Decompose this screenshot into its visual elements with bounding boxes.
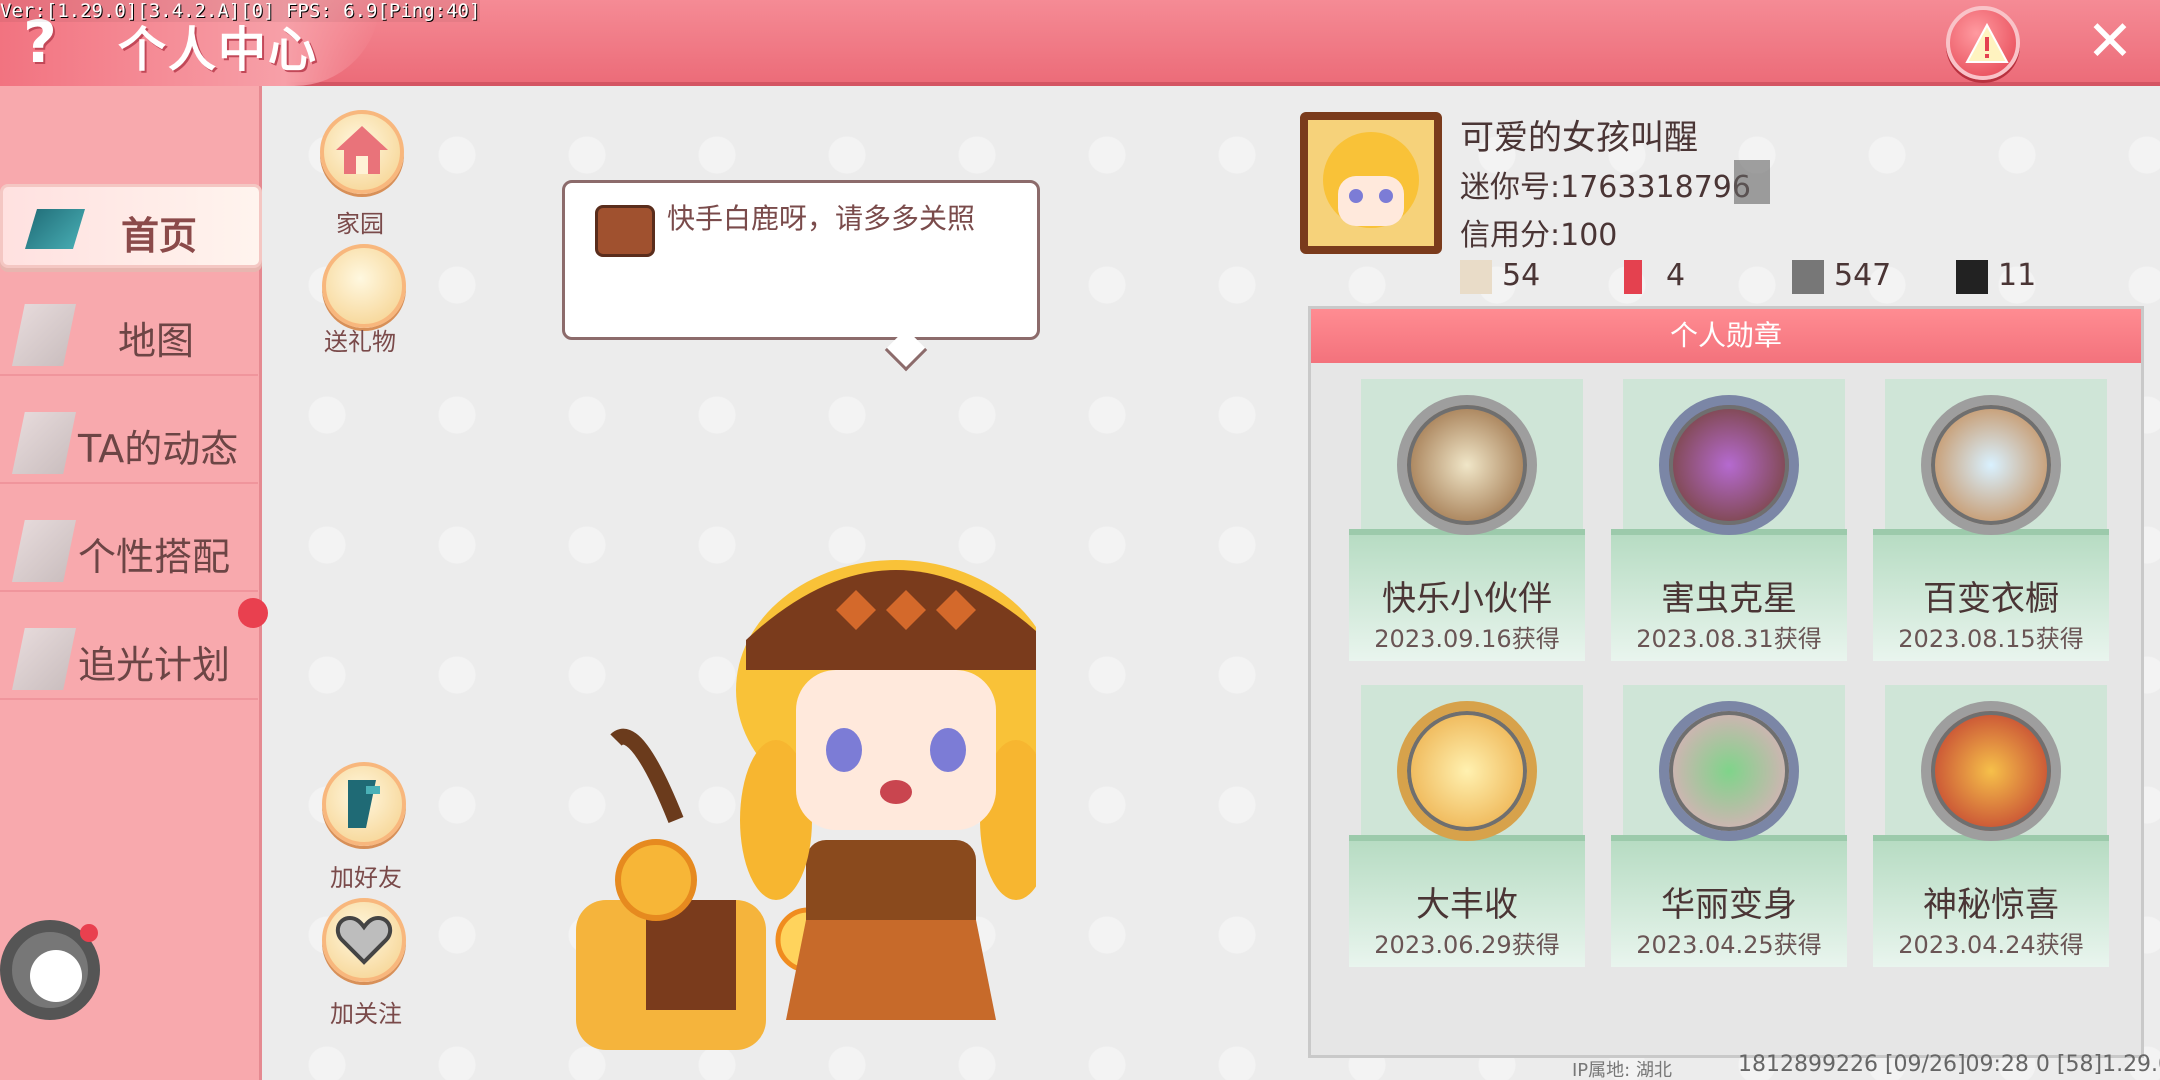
signature-text: 快手白鹿呀，请多多关照 (667, 202, 976, 235)
floating-assistant-button[interactable] (0, 920, 100, 1020)
warning-icon (1965, 22, 2009, 63)
stat-likes: 54 (1460, 258, 1540, 298)
sidebar-item-label: 追光计划 (78, 643, 231, 687)
ip-location: IP属地: 湖北 (1572, 1060, 1672, 1080)
house-icon (336, 126, 388, 174)
sidebar-item-chase-light[interactable]: 追光计划 (0, 616, 258, 700)
mini-id: 迷你号:1763318796 (1460, 170, 1751, 205)
medal-date: 2023.04.25获得 (1636, 931, 1822, 959)
close-button[interactable]: ✕ (2082, 14, 2138, 70)
profile-name: 可爱的女孩叫醒 (1460, 118, 1698, 158)
home-button[interactable] (320, 110, 404, 194)
sidebar-item-home[interactable]: 首页 (0, 184, 262, 268)
stat-value: 547 (1834, 258, 1892, 293)
medal-badge-icon (1659, 395, 1799, 535)
gift-button[interactable] (322, 244, 406, 328)
medal-badge-icon (1659, 701, 1799, 841)
debug-info: Ver:[1.29.0][3.4.2.A][0] FPS: 6.9[Ping:4… (0, 0, 481, 22)
gift-label: 送礼物 (324, 328, 396, 356)
stat-works: 4 (1624, 258, 1685, 298)
medal-card[interactable]: 百变衣橱 2023.08.15获得 (1873, 379, 2109, 661)
fans-icon (1792, 259, 1824, 294)
sidebar-item-map[interactable]: 地图 (0, 292, 258, 376)
add-friend-label: 加好友 (330, 864, 402, 892)
medal-panel: 个人勋章 快乐小伙伴 2023.09.16获得 害虫克星 2023.08.31获… (1308, 306, 2144, 1058)
medal-badge-icon (1921, 395, 2061, 535)
assistant-red-dot (80, 924, 98, 942)
home-tab-icon (25, 209, 85, 249)
top-bar: ? 个人中心 Ver:[1.29.0][3.4.2.A][0] FPS: 6.9… (0, 0, 2160, 86)
stat-value: 4 (1666, 258, 1686, 293)
medal-name: 华丽变身 (1661, 885, 1797, 925)
medal-card[interactable]: 大丰收 2023.06.29获得 (1349, 685, 1585, 967)
home-label: 家园 (336, 210, 384, 238)
book-icon (1624, 259, 1642, 294)
medal-date: 2023.09.16获得 (1374, 625, 1560, 653)
medal-name: 百变衣橱 (1923, 579, 2059, 619)
stat-value: 54 (1502, 258, 1541, 293)
medal-badge-icon (1397, 701, 1537, 841)
report-button[interactable] (1946, 6, 2020, 80)
notification-dot (238, 598, 268, 628)
stat-fans: 547 (1792, 258, 1891, 298)
credit-score: 信用分:100 (1460, 218, 1618, 253)
bubble-avatar-icon (595, 205, 655, 257)
sidebar-item-label: 地图 (118, 319, 195, 363)
map-tab-icon (12, 304, 76, 366)
follow-label: 加关注 (330, 1000, 402, 1028)
medal-panel-title: 个人勋章 (1311, 309, 2141, 363)
heart-icon (335, 915, 393, 965)
add-friend-icon (348, 780, 380, 828)
signature-bubble: 快手白鹿呀，请多多关照 (562, 180, 1040, 372)
sidebar-item-outfit[interactable]: 个性搭配 (0, 508, 258, 592)
medal-badge-icon (1397, 395, 1537, 535)
player-character (576, 560, 1036, 1050)
footer-info: 1812899226 [09/26]09:28 0 [58]1.29.0 (1738, 1052, 2160, 1077)
add-friend-button[interactable] (322, 762, 406, 846)
stat-maps: 11 (1956, 258, 2036, 298)
medal-card[interactable]: 神秘惊喜 2023.04.24获得 (1873, 685, 2109, 967)
sidebar-item-label: 首页 (121, 214, 198, 258)
outfit-tab-icon (12, 520, 76, 582)
medal-date: 2023.06.29获得 (1374, 931, 1560, 959)
medal-date: 2023.08.31获得 (1636, 625, 1822, 653)
medal-badge-icon (1921, 701, 2061, 841)
gift-icon (326, 248, 402, 324)
sidebar-item-label: 个性搭配 (78, 535, 231, 579)
medal-date: 2023.08.15获得 (1898, 625, 2084, 653)
follow-button[interactable] (322, 898, 406, 982)
like-icon (1460, 259, 1492, 294)
chase-light-tab-icon (12, 628, 76, 690)
medal-name: 快乐小伙伴 (1382, 579, 1552, 619)
sidebar-item-activity[interactable]: TA的动态 (0, 400, 258, 484)
medal-name: 神秘惊喜 (1923, 885, 2059, 925)
medal-date: 2023.04.24获得 (1898, 931, 2084, 959)
copy-id-icon[interactable] (1734, 160, 1770, 204)
medal-card[interactable]: 害虫克星 2023.08.31获得 (1611, 379, 1847, 661)
avatar-portrait-icon (1323, 132, 1419, 228)
activity-tab-icon (12, 412, 76, 474)
map-icon (1956, 259, 1988, 294)
medal-card[interactable]: 快乐小伙伴 2023.09.16获得 (1349, 379, 1585, 661)
stat-value: 11 (1998, 258, 2037, 293)
medal-name: 害虫克星 (1661, 579, 1797, 619)
sidebar-item-label: TA的动态 (78, 427, 239, 471)
profile-avatar[interactable] (1300, 112, 1442, 254)
assistant-inner (30, 950, 82, 1002)
medal-card[interactable]: 华丽变身 2023.04.25获得 (1611, 685, 1847, 967)
medal-name: 大丰收 (1416, 885, 1518, 925)
